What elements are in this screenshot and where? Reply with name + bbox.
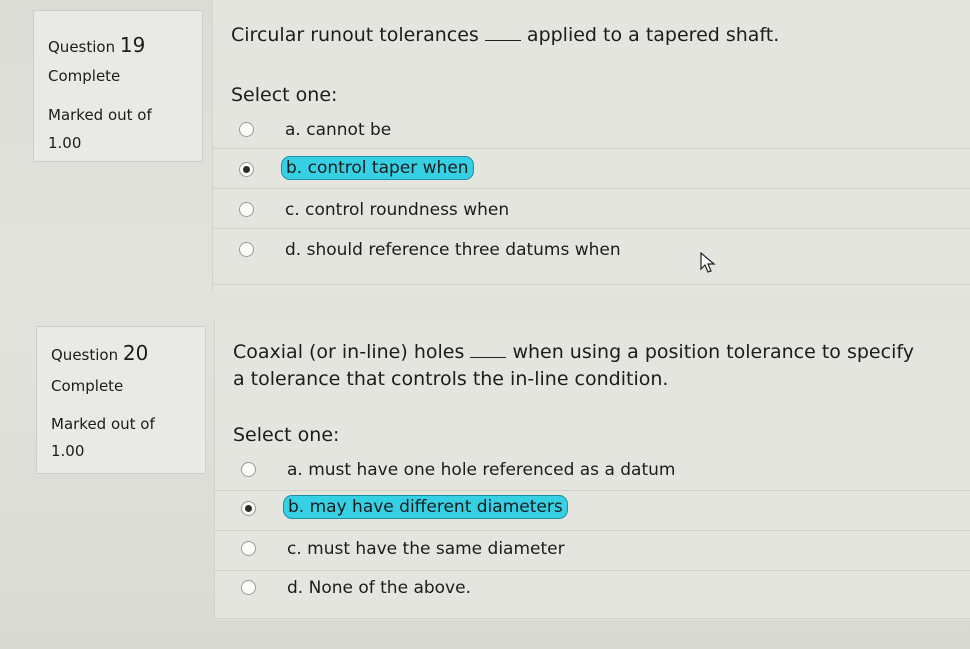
option-c[interactable]: c. must have the same diameter <box>241 535 721 563</box>
question-label: Question 20 <box>51 341 148 365</box>
option-b-label: b. may have different diameters <box>283 495 568 519</box>
radio-button-icon[interactable] <box>241 501 256 516</box>
answer-blank <box>470 343 507 358</box>
radio-button-icon[interactable] <box>241 541 256 556</box>
radio-button-icon[interactable] <box>241 462 256 477</box>
radio-button-icon[interactable] <box>239 122 254 137</box>
mouse-pointer-icon <box>700 252 716 273</box>
divider <box>215 570 970 571</box>
question-word: Question <box>51 346 119 364</box>
question-word: Question <box>48 38 116 56</box>
question-text-before: Coaxial (or in-line) holes <box>233 341 465 363</box>
marked-out-of-label: Marked out of <box>51 415 155 433</box>
divider <box>213 228 970 229</box>
option-c[interactable]: c. control roundness when <box>239 196 639 224</box>
radio-button-icon[interactable] <box>241 580 256 595</box>
divider <box>213 284 970 285</box>
radio-button-icon[interactable] <box>239 202 254 217</box>
radio-button-icon[interactable] <box>239 242 254 257</box>
question-text: Circular runout tolerances applied to a … <box>231 22 779 49</box>
marked-out-of-value: 1.00 <box>48 134 82 152</box>
question-number: 19 <box>119 33 146 57</box>
marked-out-of-label: Marked out of <box>48 106 152 124</box>
option-c-label: c. must have the same diameter <box>287 539 565 559</box>
option-a-label: a. must have one hole referenced as a da… <box>287 460 676 480</box>
marked-out-of-value: 1.00 <box>51 442 85 460</box>
option-b-label: b. control taper when <box>281 156 474 180</box>
question-label: Question 19 <box>48 33 145 57</box>
select-one-prompt: Select one: <box>231 84 338 106</box>
question-20-info: Question 20 Complete Marked out of 1.00 <box>36 326 206 474</box>
divider <box>215 530 970 531</box>
option-a[interactable]: a. must have one hole referenced as a da… <box>241 456 721 484</box>
option-d-label: d. should reference three datums when <box>285 240 621 260</box>
option-b[interactable]: b. control taper when <box>239 156 639 184</box>
question-number: 20 <box>122 341 149 365</box>
divider <box>213 188 970 189</box>
question-status: Complete <box>48 67 121 85</box>
question-status: Complete <box>51 377 124 395</box>
option-d-label: d. None of the above. <box>287 578 471 598</box>
radio-button-icon[interactable] <box>239 162 254 177</box>
divider <box>215 618 970 619</box>
question-text-after: when using a position tolerance to speci… <box>512 341 914 363</box>
divider <box>215 490 970 491</box>
select-one-prompt: Select one: <box>233 424 340 446</box>
answer-blank <box>484 26 521 41</box>
question-text-line2: a tolerance that controls the in-line co… <box>233 368 669 390</box>
question-20-content: Coaxial (or in-line) holes when using a … <box>214 320 970 620</box>
question-text: Coaxial (or in-line) holes when using a … <box>233 339 953 393</box>
option-b[interactable]: b. may have different diameters <box>241 495 721 523</box>
question-19-info: Question 19 Complete Marked out of 1.00 <box>33 10 203 162</box>
question-text-before: Circular runout tolerances <box>231 24 479 46</box>
option-a[interactable]: a. cannot be <box>239 116 639 144</box>
option-a-label: a. cannot be <box>285 120 392 140</box>
option-d[interactable]: d. should reference three datums when <box>239 236 699 264</box>
option-c-label: c. control roundness when <box>285 200 510 220</box>
divider <box>213 148 970 149</box>
question-19-content: Circular runout tolerances applied to a … <box>212 0 970 290</box>
question-text-after: applied to a tapered shaft. <box>526 24 780 46</box>
option-d[interactable]: d. None of the above. <box>241 574 721 602</box>
